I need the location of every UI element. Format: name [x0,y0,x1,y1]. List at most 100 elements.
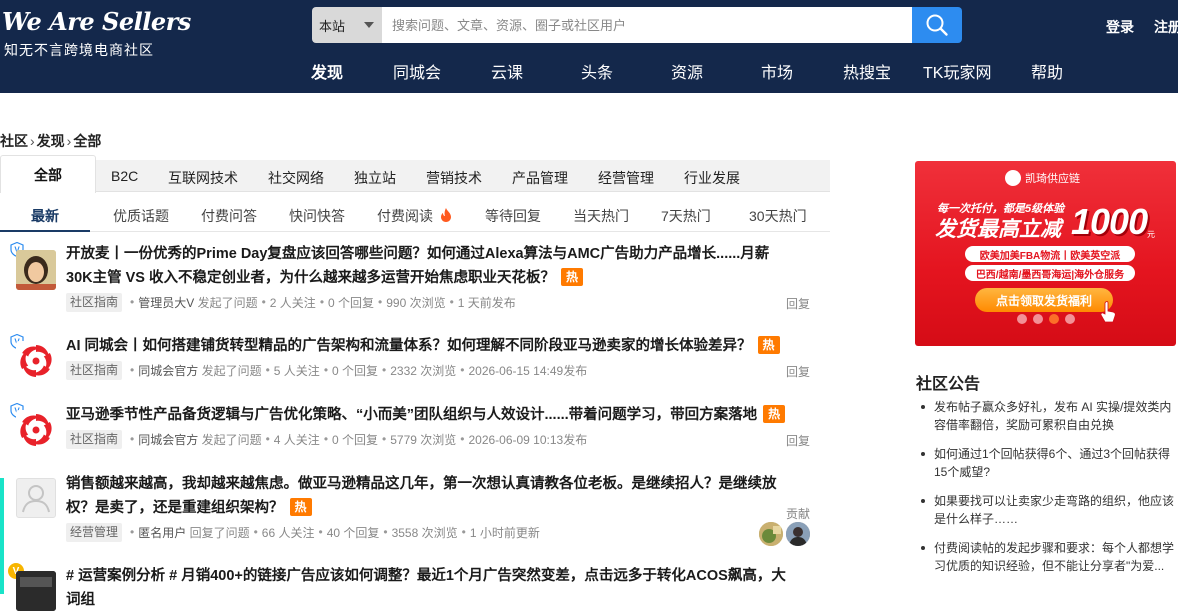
meta-dot: • [323,432,329,446]
register-link[interactable]: 注册 [1154,17,1178,37]
notice-item[interactable]: 如何通过1个回帖获得6个、通过3个回帖获得15个威望? [918,445,1176,481]
post-author[interactable]: 匿名用户 [138,524,186,541]
tab-category-social-network[interactable]: 社交网络 [268,168,324,188]
meta-dot: • [253,525,258,539]
red-spiral-logo-icon [16,341,56,381]
tab-category-all[interactable]: 全部 [0,155,96,193]
post-followers: 66 人关注 [261,525,315,540]
nav-tk-players[interactable]: TK玩家网 [923,59,991,83]
post-title[interactable]: AI 同城会丨如何搭建铺货转型精品的广告架构和流量体系？如何理解不同阶段亚马逊卖… [66,334,786,358]
tab-filter-30day-hot[interactable]: 30天热门 [749,206,807,226]
breadcrumb-separator: › [66,133,72,149]
meta-dot: • [378,295,383,309]
post-tag[interactable]: 社区指南 [66,292,123,312]
user-photo-icon [16,250,56,290]
tab-category-product-management[interactable]: 产品管理 [512,168,568,188]
avatar[interactable] [16,250,56,290]
post-tag[interactable]: 经营管理 [66,522,123,542]
site-logo[interactable]: We Are Sellers [2,7,191,36]
reply-button[interactable]: 回复 [786,432,810,449]
breadcrumb-all: 全部 [73,133,102,149]
pointer-hand-icon [1100,301,1116,323]
nav-discover[interactable]: 发现 [311,59,343,83]
tab-filter-7day-hot[interactable]: 7天热门 [661,206,711,226]
tab-category-industry[interactable]: 行业发展 [684,168,740,188]
meta-dot: • [130,295,135,309]
contributor-avatar[interactable] [759,522,783,546]
tab-filter-quality[interactable]: 优质话题 [113,206,169,226]
carousel-dot[interactable] [1033,314,1043,324]
contributor-avatar[interactable] [786,522,810,546]
breadcrumb-discover[interactable]: 发现 [37,133,65,149]
notice-item[interactable]: 付费阅读帖的发起步骤和要求：每个人都想学习优质的知识经验，但不能让分享者"为爱.… [918,539,1176,575]
ad-brand-logo-icon [1005,170,1021,186]
post-author[interactable]: 同城会官方 [138,431,198,448]
post-title[interactable]: 销售额越来越高，我却越来越焦虑。做亚马逊精品这几年，第一次想认真请教各位老板。是… [66,472,786,520]
contributors-label: 贡献 [786,507,811,521]
carousel-dot[interactable] [1065,314,1075,324]
hot-badge: 热 [763,405,786,423]
reply-button[interactable]: 回复 [786,363,810,380]
tab-filter-paid-reading[interactable]: 付费阅读 [377,206,452,226]
anonymous-user-icon [22,485,50,513]
post-title[interactable]: 开放麦丨一份优秀的Prime Day复盘应该回答哪些问题？如何通过Alexa算法… [66,242,786,290]
notice-item[interactable]: 发布帖子赢众多好礼，发布 AI 实操/提效类内容借率翻倍，奖励可累积自由兑换 [918,398,1176,434]
search-input[interactable] [382,7,913,43]
reply-button[interactable]: 回复 [786,295,810,312]
post-replies: 0 个回复 [332,363,379,378]
meta-dot: • [318,525,323,539]
tab-category-internet-tech[interactable]: 互联网技术 [168,168,238,188]
breadcrumb: 社区 › 发现 › 全部 [0,131,101,151]
ad-cta-button[interactable]: 点击领取发货福利 [975,288,1113,312]
carousel-dot[interactable] [1017,314,1027,324]
user-photo-icon [16,571,56,611]
post-time: 1 小时前更新 [469,525,540,540]
breadcrumb-community[interactable]: 社区 [0,133,28,149]
tab-category-independent-site[interactable]: 独立站 [354,168,396,188]
post-title-text: 亚马逊季节性产品备货逻辑与广告优化策略、“小而美”团队组织与人效设计......… [66,407,758,423]
post-action: 发起了问题 [201,432,262,447]
nav-market[interactable]: 市场 [761,59,793,83]
tab-category-business-management[interactable]: 经营管理 [598,168,654,188]
post-author[interactable]: 同城会官方 [138,362,198,379]
avatar[interactable] [16,410,56,450]
nav-hot-search[interactable]: 热搜宝 [843,59,891,83]
avatar[interactable] [16,571,56,611]
search-button[interactable] [912,7,962,43]
tab-filter-today-hot[interactable]: 当天热门 [573,206,629,226]
meta-dot: • [461,525,466,539]
post-views: 5779 次浏览 [390,432,457,447]
hot-badge: 热 [757,336,780,354]
meta-dot: • [130,525,135,539]
ad-banner[interactable]: 凯琦供应链 每一次托付，都是5级体验 发货最高立减 1000 元 欧美加美FBA… [915,161,1176,346]
tab-filter-awaiting-reply[interactable]: 等待回复 [485,206,541,226]
post-title[interactable]: # 运营案例分析 # 月销400+的链接广告应该如何调整？最近1个月广告突然变差… [66,564,786,612]
tab-filter-latest[interactable]: 最新 [31,206,59,226]
nav-resources[interactable]: 资源 [671,59,703,83]
post-views: 2332 次浏览 [390,363,457,378]
avatar[interactable] [16,478,56,518]
meta-dot: • [319,295,325,309]
nav-headlines[interactable]: 头条 [581,59,613,83]
tab-category-b2c[interactable]: B2C [111,168,138,184]
search-scope-select[interactable]: 本站 [312,7,382,43]
carousel-dot-active[interactable] [1049,314,1059,324]
meta-dot: • [261,295,266,309]
tab-filter-paid-qa[interactable]: 付费问答 [201,206,257,226]
nav-help[interactable]: 帮助 [1031,59,1063,83]
post-tag[interactable]: 社区指南 [66,429,123,449]
tab-category-marketing-tech[interactable]: 营销技术 [426,168,482,188]
post-title-text: 开放麦丨一份优秀的Prime Day复盘应该回答哪些问题？如何通过Alexa算法… [66,246,770,286]
nav-local-meetup[interactable]: 同城会 [393,59,441,83]
avatar[interactable] [16,341,56,381]
login-link[interactable]: 登录 [1106,17,1134,37]
contributor-photo-icon [786,522,810,546]
notice-item[interactable]: 如果要找可以让卖家少走弯路的组织，他应该是什么样子…… [918,492,1176,528]
breadcrumb-separator: › [30,133,35,149]
post-tag[interactable]: 社区指南 [66,360,123,380]
post-author[interactable]: 管理员大V [138,294,194,311]
tab-filter-quick-qa[interactable]: 快问快答 [289,206,345,226]
post-title[interactable]: 亚马逊季节性产品备货逻辑与广告优化策略、“小而美”团队组织与人效设计......… [66,403,786,427]
search-scope-label: 本站 [319,18,346,34]
nav-cloud-course[interactable]: 云课 [491,59,523,83]
